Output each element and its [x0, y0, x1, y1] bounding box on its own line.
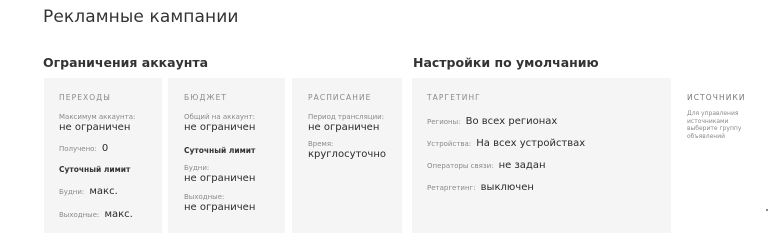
transitions-daily-limit-label: Суточный лимит	[59, 165, 131, 174]
retargeting-value: выключен	[480, 182, 534, 193]
stray-dot	[766, 209, 768, 211]
budget-weekends-value: не ограничен	[184, 202, 256, 213]
budget-weekdays-value: не ограничен	[184, 173, 256, 184]
budget-daily-limit-label: Суточный лимит	[184, 146, 256, 155]
schedule-card: РАСПИСАНИЕ Период трансляции: не огранич…	[292, 78, 402, 233]
sources-header: ИСТОЧНИКИ	[687, 93, 746, 102]
budget-card: БЮДЖЕТ Общий на аккаунт: не ограничен Су…	[168, 78, 285, 233]
retargeting-label: Ретаргетинг:	[427, 184, 476, 192]
transitions-weekends-value: макс.	[104, 209, 133, 220]
targeting-card: ТАРГЕТИНГ Регионы: Во всех регионах Устр…	[412, 78, 671, 233]
regions-value: Во всех регионах	[465, 116, 558, 127]
broadcast-period-value: не ограничен	[308, 122, 380, 133]
broadcast-period-label: Период трансляции:	[308, 113, 385, 121]
targeting-header: ТАРГЕТИНГ	[427, 93, 481, 102]
budget-total-label: Общий на аккаунт:	[184, 113, 256, 121]
transitions-weekdays-label: Будни:	[59, 188, 85, 196]
regions-label: Регионы:	[427, 118, 461, 126]
account-limits-title: Ограничения аккаунта	[43, 55, 209, 70]
budget-weekends-label: Выходные:	[184, 193, 225, 201]
time-value: круглосуточно	[308, 149, 386, 160]
max-account-value: не ограничен	[59, 122, 131, 133]
budget-weekdays-label: Будни:	[184, 164, 210, 172]
budget-total-value: не ограничен	[184, 122, 256, 133]
devices-value: На всех устройствах	[476, 138, 586, 149]
transitions-weekends-label: Выходные:	[59, 211, 100, 219]
schedule-header: РАСПИСАНИЕ	[308, 93, 372, 102]
operators-value: не задан	[498, 160, 546, 171]
transitions-weekdays-value: макс.	[89, 186, 118, 197]
max-account-label: Максимум аккаунта:	[59, 113, 136, 121]
budget-header: БЮДЖЕТ	[184, 93, 228, 102]
operators-label: Операторы связи:	[427, 162, 494, 170]
sources-description: Для управления источниками выберите груп…	[687, 110, 742, 140]
transitions-card: ПЕРЕХОДЫ Максимум аккаунта: не ограничен…	[44, 78, 162, 233]
devices-label: Устройства:	[427, 140, 472, 148]
default-settings-title: Настройки по умолчанию	[413, 55, 599, 70]
received-label: Получено:	[59, 145, 97, 153]
time-label: Время:	[308, 140, 334, 148]
sources-section: ИСТОЧНИКИ Для управления источниками выб…	[687, 93, 757, 140]
transitions-header: ПЕРЕХОДЫ	[59, 93, 111, 102]
received-value: 0	[101, 143, 109, 154]
page-title: Рекламные кампании	[43, 7, 239, 27]
